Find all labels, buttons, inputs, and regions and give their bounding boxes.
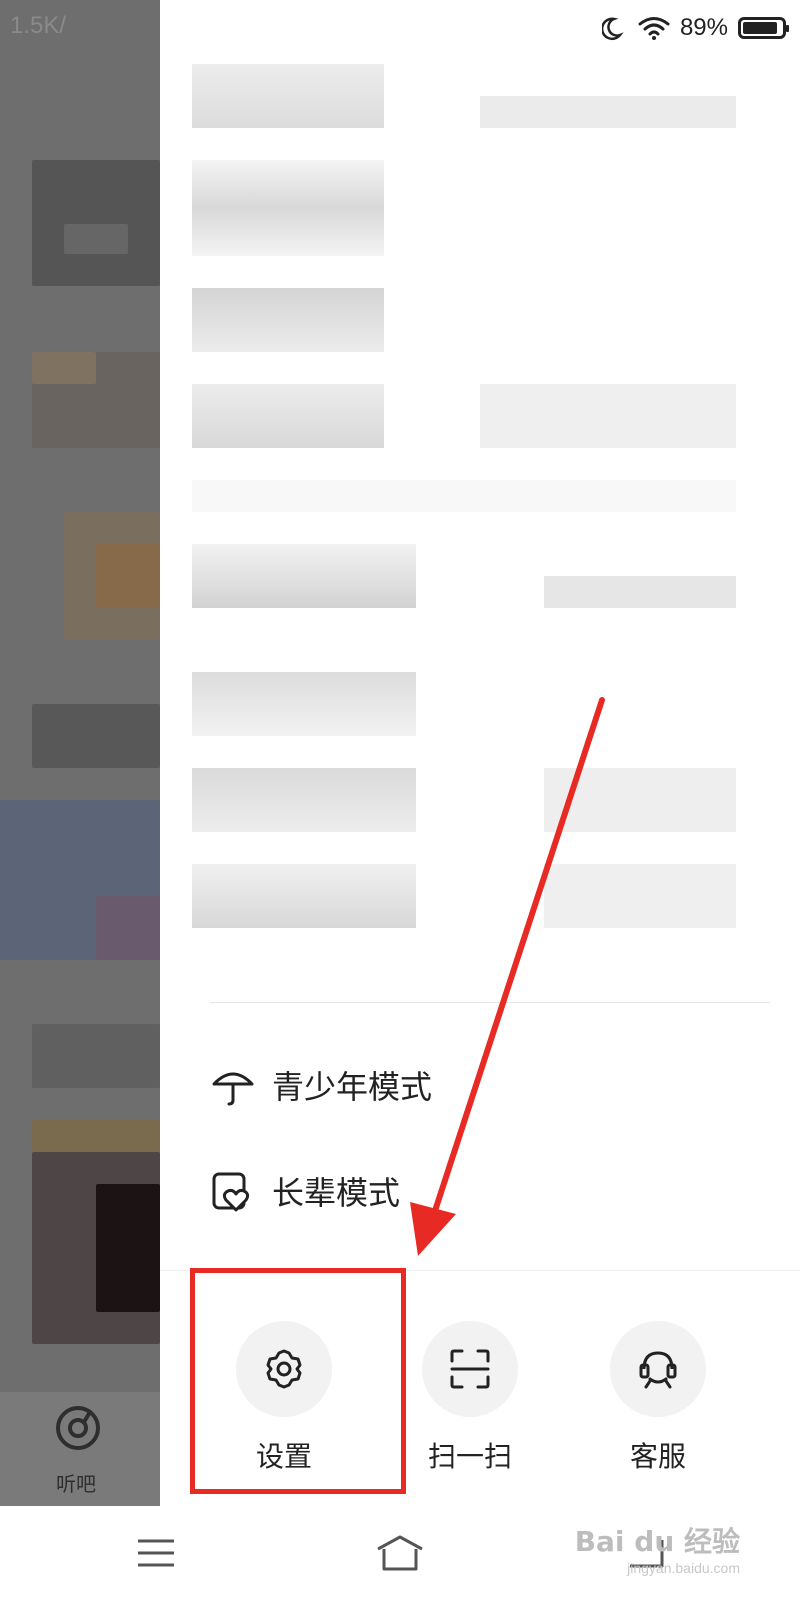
- obscured-menu-row[interactable]: [192, 384, 384, 448]
- menu-icon: [138, 1539, 174, 1567]
- status-bar: 89%: [601, 10, 789, 46]
- scan-label: 扫一扫: [427, 1440, 512, 1473]
- scan-button[interactable]: 扫一扫: [400, 1321, 540, 1475]
- elder-mode-label: 长辈模式: [272, 1174, 401, 1212]
- background-nav-label: 听吧: [56, 1472, 96, 1496]
- obscured-menu-row[interactable]: [192, 768, 416, 832]
- divider: [210, 1002, 770, 1003]
- scan-icon: [450, 1349, 490, 1389]
- menu-button[interactable]: [126, 1526, 186, 1580]
- heart-tag-icon: [212, 1172, 250, 1212]
- teen-mode-label: 青少年模式: [272, 1068, 433, 1106]
- obscured-menu-value: [544, 576, 736, 608]
- home-icon: [377, 1535, 423, 1571]
- obscured-menu-row[interactable]: [192, 864, 416, 928]
- headset-icon: [639, 1351, 677, 1389]
- battery-percentage: 89%: [679, 14, 728, 41]
- obscured-menu-row[interactable]: [192, 672, 416, 736]
- listen-icon: [56, 1406, 100, 1450]
- obscured-menu-row[interactable]: [192, 160, 384, 256]
- home-button[interactable]: [370, 1526, 430, 1580]
- blurred-thumbnail: [96, 1184, 160, 1312]
- umbrella-icon: [212, 1072, 254, 1106]
- obscured-menu-row[interactable]: [192, 288, 384, 352]
- customer-service-label: 客服: [629, 1440, 686, 1473]
- blurred-thumbnail: [32, 704, 160, 768]
- obscured-menu-value: [544, 864, 736, 928]
- blurred-thumbnail: [32, 352, 96, 384]
- customer-service-icon-circle: [610, 1321, 706, 1417]
- obscured-menu-value: [544, 768, 736, 832]
- teen-mode-item[interactable]: 青少年模式: [210, 1062, 432, 1108]
- battery-fill: [743, 22, 777, 34]
- obscured-menu-value: [480, 96, 736, 128]
- blurred-thumbnail: [96, 544, 160, 608]
- background-status-text: 1.5K/: [10, 12, 67, 39]
- blurred-thumbnail: [64, 224, 128, 254]
- blurred-thumbnail: [96, 896, 160, 960]
- elder-mode-item[interactable]: 长辈模式: [210, 1168, 400, 1214]
- obscured-menu-value: [480, 384, 736, 448]
- obscured-menu-row[interactable]: [192, 544, 416, 608]
- battery-icon: [738, 17, 789, 39]
- moon-icon: [601, 17, 624, 41]
- watermark-text: Bai du 经验: [574, 1525, 740, 1558]
- watermark-subtext: jingyan.baidu.com: [627, 1560, 740, 1576]
- background-app-dimmed[interactable]: 1.5K/ 听吧: [0, 0, 160, 1506]
- obscured-section-gap: [192, 480, 736, 512]
- obscured-menu-row[interactable]: [192, 64, 384, 128]
- annotation-highlight-box: [190, 1268, 406, 1494]
- blurred-thumbnail: [32, 1120, 160, 1152]
- blurred-thumbnail: [32, 160, 160, 286]
- scan-icon-circle: [422, 1321, 518, 1417]
- customer-service-button[interactable]: 客服: [588, 1321, 728, 1475]
- wifi-icon: [638, 17, 670, 40]
- screen: 1.5K/ 听吧 89% 青少年模式 长辈模式 设置 扫一扫 客服 Bai du…: [0, 0, 800, 1600]
- blurred-thumbnail: [32, 1024, 160, 1088]
